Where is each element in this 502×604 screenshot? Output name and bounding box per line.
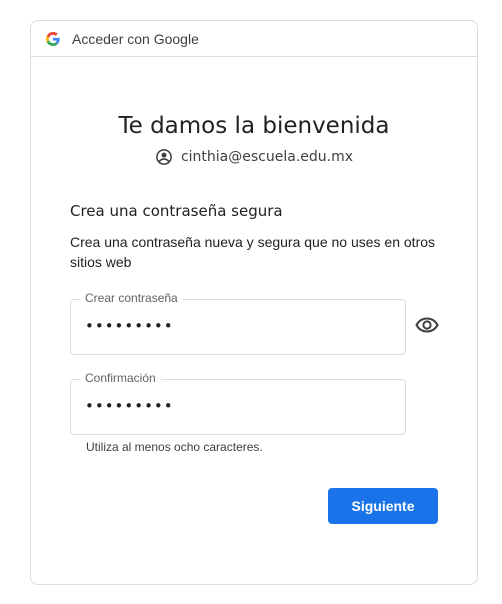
section-description: Crea una contraseña nueva y segura que n…	[70, 234, 436, 270]
confirm-password-field[interactable]: Confirmación •••••••••	[70, 371, 406, 435]
create-password-value[interactable]: •••••••••	[85, 317, 174, 335]
google-g-icon	[46, 31, 60, 46]
card-header: Acceder con Google	[31, 21, 477, 57]
eye-icon[interactable]	[415, 317, 439, 333]
section-title: Crea una contraseña segura	[70, 202, 283, 220]
confirm-password-value[interactable]: •••••••••	[85, 397, 174, 415]
next-button[interactable]: Siguiente	[328, 488, 438, 524]
create-password-label: Crear contraseña	[80, 291, 183, 305]
header-title: Acceder con Google	[72, 30, 199, 47]
sign-in-card: Acceder con Google Te damos la bienvenid…	[30, 20, 478, 585]
account-chip[interactable]: cinthia@escuela.edu.mx	[31, 148, 477, 166]
password-hint: Utiliza al menos ocho caracteres.	[86, 440, 263, 454]
create-password-field[interactable]: Crear contraseña •••••••••	[70, 291, 406, 355]
account-email: cinthia@escuela.edu.mx	[180, 149, 354, 165]
confirm-password-label: Confirmación	[80, 371, 161, 385]
welcome-title: Te damos la bienvenida	[118, 113, 390, 139]
account-circle-icon	[156, 149, 172, 165]
